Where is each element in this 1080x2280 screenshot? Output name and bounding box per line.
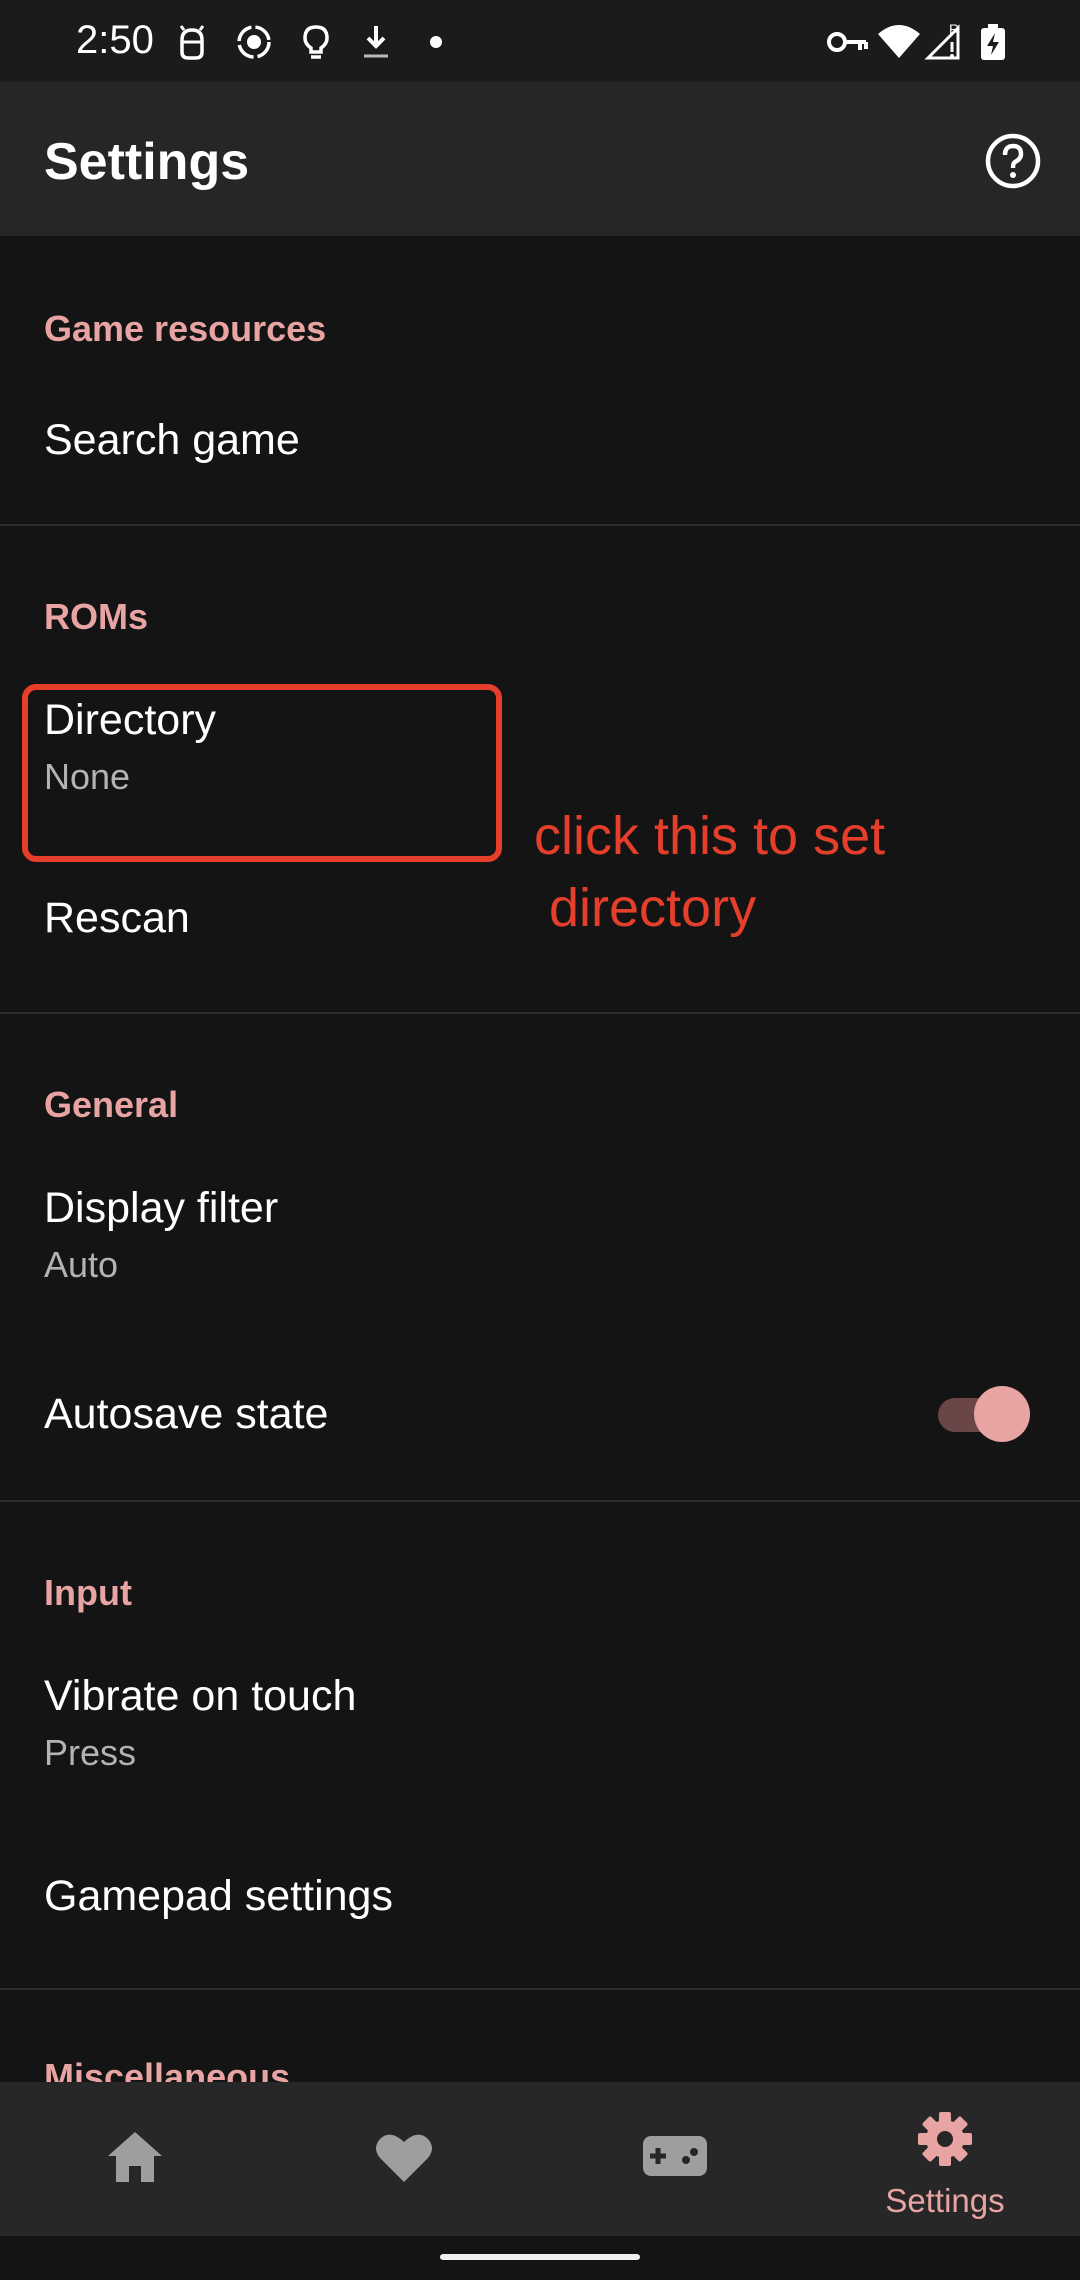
status-bar: 2:50 R [0,0,1080,82]
pref-autosave-state[interactable]: Autosave state [0,1346,1080,1496]
bottom-navigation: Settings [0,2082,1080,2236]
pref-summary: Press [44,1732,137,1773]
app-bar: Settings [0,82,1080,236]
gamepad-icon [643,2136,707,2176]
nav-favorites[interactable] [270,2082,540,2236]
help-circle-icon[interactable] [984,132,1042,190]
pref-summary: Auto [44,1244,119,1285]
pref-vibrate-on-touch[interactable]: Vibrate on touch Press [0,1652,1080,1828]
divider [0,1012,1080,1014]
toggle-thumb [974,1386,1030,1442]
android-debug-icon [179,25,205,60]
autosave-toggle[interactable] [938,1386,1030,1442]
screen-record-icon [237,25,271,59]
battery-charging-icon [981,24,1005,60]
home-icon [108,2132,162,2182]
gesture-bar [0,2236,1080,2280]
download-icon [364,26,388,58]
heart-icon [376,2134,432,2182]
nav-settings-label: Settings [885,2182,1005,2219]
gesture-handle[interactable] [440,2254,640,2260]
section-header-roms: ROMs [44,596,149,637]
pref-title: Rescan [44,894,190,942]
status-time: 2:50 [76,18,154,62]
divider [0,524,1080,526]
page-title: Settings [44,133,250,191]
divider [0,1988,1080,1990]
annotation-text: click this to set directory [534,806,886,938]
divider [0,1500,1080,1502]
pref-gamepad-settings[interactable]: Gamepad settings [0,1834,1080,1984]
section-header-miscellaneous: Miscellaneous [44,2056,291,2082]
settings-list[interactable]: Game resources Search game ROMs Director… [0,236,1080,2082]
pref-title: Display filter [44,1184,279,1232]
gear-icon [918,2112,972,2166]
signal-roaming-icon: R [924,22,960,60]
pref-title: Autosave state [44,1390,329,1438]
section-header-general: General [44,1084,179,1125]
wifi-icon [878,25,920,58]
pref-search-game[interactable]: Search game [0,380,1080,502]
annotation-highlight-box [22,684,502,862]
pref-title: Search game [44,416,300,464]
lightbulb-icon [303,25,329,59]
section-header-input: Input [44,1572,132,1613]
nav-settings[interactable]: Settings [810,2082,1080,2236]
pref-title: Gamepad settings [44,1872,393,1920]
roaming-label: R [949,22,959,37]
nav-home[interactable] [0,2082,270,2236]
vpn-key-icon [827,32,868,52]
dot-icon [430,36,442,48]
section-header-game-resources: Game resources [44,308,327,349]
pref-title: Vibrate on touch [44,1672,357,1720]
nav-games[interactable] [540,2082,810,2236]
pref-display-filter[interactable]: Display filter Auto [0,1164,1080,1340]
